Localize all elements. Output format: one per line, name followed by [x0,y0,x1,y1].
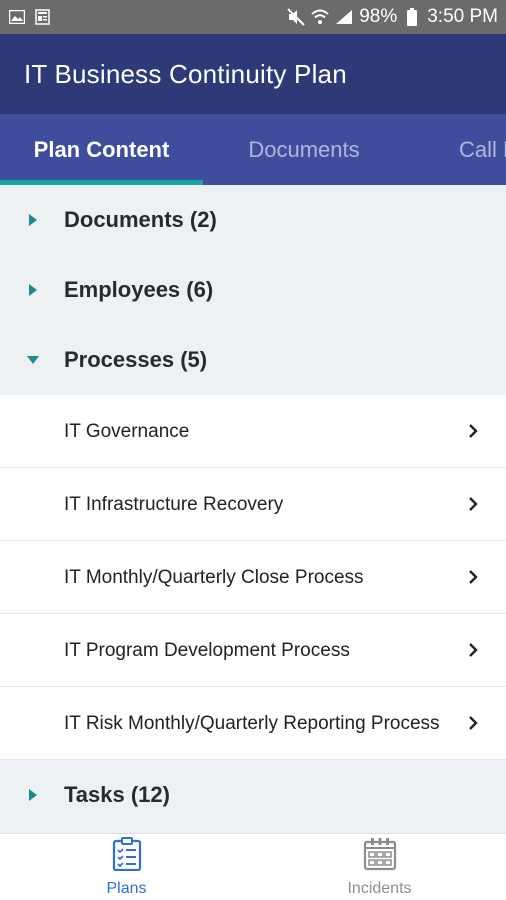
bottom-nav: Plans Incidents [0,833,506,900]
chevron-right-icon [466,714,480,732]
nav-incidents[interactable]: Incidents [253,834,506,900]
chevron-right-icon [466,422,480,440]
tab-label: Call L [459,136,506,162]
caret-right-icon [26,788,40,802]
section-documents[interactable]: Documents (2) [0,185,506,255]
tab-call-list[interactable]: Call L [405,114,506,185]
image-icon [8,8,26,26]
section-processes[interactable]: Processes (5) [0,325,506,395]
chevron-right-icon [466,568,480,586]
list-item-label: IT Risk Monthly/Quarterly Reporting Proc… [64,712,440,734]
nav-label: Plans [106,879,147,897]
list-item-label: IT Infrastructure Recovery [64,493,284,515]
tab-documents[interactable]: Documents [203,114,405,185]
list-item-label: IT Governance [64,420,190,442]
caret-down-icon [26,353,40,367]
wifi-icon [311,8,329,26]
signal-icon [335,8,353,26]
calendar-icon [363,837,397,876]
list-item-process[interactable]: IT Governance [0,395,506,468]
clipboard-checklist-icon [111,836,143,876]
tab-plan-content[interactable]: Plan Content [0,114,203,185]
battery-percent: 98% [359,6,398,27]
status-bar: 98% 3:50 PM [0,0,506,34]
list-item-process[interactable]: IT Infrastructure Recovery [0,468,506,541]
tab-label: Documents [248,136,360,162]
list-item-label: IT Program Development Process [64,639,350,661]
nav-plans[interactable]: Plans [0,834,253,900]
nav-label: Incidents [347,879,412,897]
list-item-process[interactable]: IT Monthly/Quarterly Close Process [0,541,506,614]
plan-content-list: Documents (2) Employees (6) Processes (5… [0,185,506,833]
mute-icon [287,8,305,26]
list-item-process[interactable]: IT Program Development Process [0,614,506,687]
caret-right-icon [26,213,40,227]
app-title: IT Business Continuity Plan [24,58,347,89]
app-bar: IT Business Continuity Plan [0,34,506,114]
status-time: 3:50 PM [427,6,498,27]
list-item-label: IT Monthly/Quarterly Close Process [64,566,364,588]
caret-right-icon [26,283,40,297]
section-label: Employees (6) [64,277,214,302]
tab-bar: Plan Content Documents Call L [0,114,506,185]
section-label: Processes (5) [64,347,208,372]
section-label: Tasks (12) [64,782,170,807]
news-icon [34,8,52,26]
section-label: Documents (2) [64,207,217,232]
tab-label: Plan Content [33,136,170,162]
chevron-right-icon [466,495,480,513]
battery-icon [403,8,421,26]
section-employees[interactable]: Employees (6) [0,255,506,325]
list-item-process[interactable]: IT Risk Monthly/Quarterly Reporting Proc… [0,687,506,760]
section-tasks[interactable]: Tasks (12) [0,760,506,830]
chevron-right-icon [466,641,480,659]
